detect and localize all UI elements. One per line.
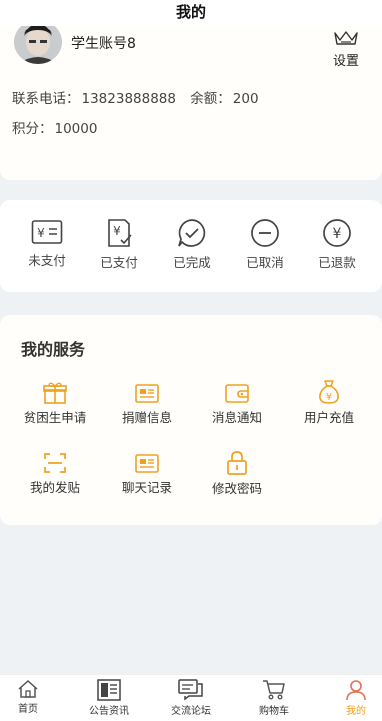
service-change-password[interactable]: 修改密码: [195, 450, 279, 497]
order-completed[interactable]: 已完成: [162, 218, 222, 271]
service-recharge[interactable]: ¥ 用户充值: [287, 379, 371, 426]
tab-mine[interactable]: 我的: [318, 679, 382, 717]
order-cancelled-label: 已取消: [246, 255, 284, 270]
tab-home-label: 首页: [18, 704, 38, 715]
service-notifications-label: 消息通知: [211, 410, 262, 425]
service-donation-info-label: 捐赠信息: [121, 410, 172, 425]
phone-label: 联系电话：: [12, 91, 80, 107]
svg-text:¥: ¥: [113, 224, 121, 238]
phone-value: 13823888888: [81, 91, 176, 107]
tab-cart[interactable]: 购物车: [236, 679, 312, 717]
tab-cart-label: 购物车: [259, 706, 289, 717]
refunded-icon: ¥: [323, 219, 351, 247]
service-my-posts[interactable]: 我的发贴: [13, 451, 97, 496]
service-recharge-label: 用户充值: [303, 410, 354, 425]
money-bag-icon: ¥: [319, 380, 339, 404]
wallet-icon: [225, 384, 249, 403]
order-paid-label: 已支付: [100, 255, 138, 270]
home-icon: [18, 679, 38, 698]
cancelled-icon: [251, 219, 279, 247]
lock-icon: [227, 451, 247, 475]
points-label: 积分：: [12, 121, 53, 137]
service-poverty-application[interactable]: 贫困生申请: [13, 381, 97, 426]
service-donation-info[interactable]: 捐赠信息: [105, 381, 189, 426]
order-paid[interactable]: ¥ 已支付: [89, 218, 149, 271]
service-poverty-application-label: 贫困生申请: [23, 410, 87, 425]
scan-icon: [44, 453, 66, 473]
service-notifications[interactable]: 消息通知: [195, 381, 279, 426]
gift-icon: [43, 382, 67, 404]
order-cancelled[interactable]: 已取消: [235, 218, 295, 271]
forum-icon: [178, 679, 203, 701]
tab-home[interactable]: 首页: [0, 679, 66, 715]
points-value: 10000: [54, 121, 98, 137]
order-completed-label: 已完成: [173, 255, 211, 270]
orders-card: ¥ 未支付 ¥ 已支付 已完成 已取消 ¥ 已退款: [0, 200, 382, 292]
user-icon: [346, 680, 366, 701]
service-my-posts-label: 我的发贴: [29, 480, 80, 495]
points-line: 积分： 10000: [12, 117, 99, 137]
service-chat-history-label: 聊天记录: [121, 480, 172, 495]
service-change-password-label: 修改密码: [211, 481, 262, 496]
cart-icon: [263, 680, 285, 700]
tab-forum[interactable]: 交流论坛: [153, 679, 229, 717]
profile-card: 学生账号8 设置 联系电话： 13823888888 余额： 200 积分： 1000…: [0, 0, 382, 180]
card-icon: [135, 454, 159, 473]
order-unpaid[interactable]: ¥ 未支付: [17, 218, 77, 269]
tab-news[interactable]: 公告资讯: [71, 679, 147, 717]
settings-button[interactable]: 设置: [326, 30, 366, 69]
order-unpaid-label: 未支付: [28, 253, 66, 268]
svg-text:¥: ¥: [333, 226, 342, 242]
username: 学生账号8: [71, 36, 136, 52]
balance-label: 余额：: [190, 91, 231, 107]
services-card: 我的服务 贫困生申请 捐赠信息 消息通知 ¥ 用户充值 我的发贴 聊天记录 修改…: [0, 315, 382, 525]
service-chat-history[interactable]: 聊天记录: [105, 451, 189, 496]
completed-icon: [178, 219, 206, 247]
crown-icon: [334, 31, 358, 45]
contact-line: 联系电话： 13823888888 余额： 200: [12, 87, 261, 107]
card-icon: [135, 384, 159, 403]
news-icon: [97, 679, 121, 701]
tab-bar: 首页 公告资讯 交流论坛 购物车 我的: [0, 674, 382, 721]
paid-icon: ¥: [108, 219, 132, 247]
svg-text:¥: ¥: [326, 392, 332, 403]
settings-label: 设置: [332, 54, 359, 69]
tab-mine-label: 我的: [346, 706, 366, 717]
balance-value: 200: [232, 91, 259, 107]
order-refunded[interactable]: ¥ 已退款: [307, 218, 367, 271]
tab-forum-label: 交流论坛: [171, 706, 211, 717]
order-refunded-label: 已退款: [318, 255, 356, 270]
tab-news-label: 公告资讯: [89, 706, 129, 717]
services-title: 我的服务: [21, 340, 86, 359]
avatar[interactable]: [14, 20, 62, 64]
unpaid-icon: ¥: [31, 220, 63, 244]
page-title: 我的: [0, 0, 382, 26]
svg-text:¥: ¥: [37, 226, 45, 240]
